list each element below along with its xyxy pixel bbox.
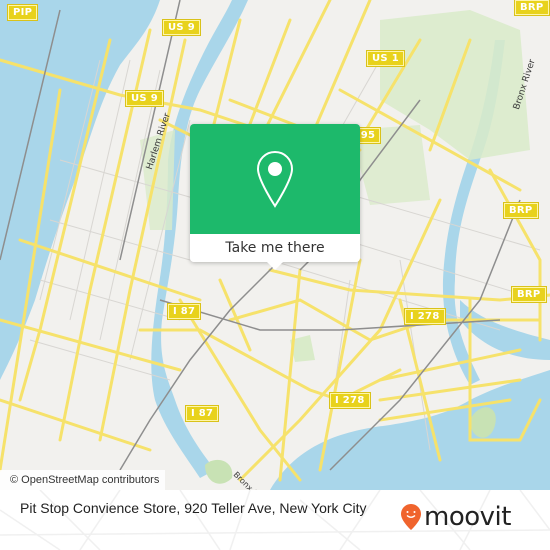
location-popup: Take me there [190, 124, 360, 270]
road-shield-i278: I 278 [405, 309, 445, 324]
moovit-logo[interactable]: moovit [400, 502, 511, 532]
road-shield-i87: I 87 [168, 304, 201, 319]
road-shield-us1: US 1 [367, 51, 404, 66]
road-shield-pip: PIP [8, 5, 38, 20]
map-pin-icon [256, 150, 294, 208]
road-shield-brp: BRP [515, 0, 549, 15]
take-me-there-button[interactable]: Take me there [190, 234, 360, 262]
take-me-there-label: Take me there [225, 240, 325, 256]
popup-header [190, 124, 360, 234]
road-shield-i278: I 278 [330, 393, 370, 408]
road-shield-brp: BRP [504, 203, 538, 218]
map-view[interactable]: PIP US 9 US 9 US 1 I 95 BRP BRP BRP I 87… [0, 0, 550, 490]
footer: Pit Stop Convience Store, 920 Teller Ave… [0, 490, 550, 550]
road-shield-i87: I 87 [186, 406, 219, 421]
road-shield-us9: US 9 [126, 91, 163, 106]
popup-pointer [265, 260, 285, 270]
moovit-pin-icon [401, 504, 421, 530]
road-shield-brp: BRP [512, 287, 546, 302]
place-name: Pit Stop Convience Store, 920 Teller Ave… [20, 500, 367, 516]
map-attribution[interactable]: © OpenStreetMap contributors [0, 470, 166, 490]
road-shield-us9: US 9 [163, 20, 200, 35]
moovit-wordmark: moovit [424, 502, 511, 532]
